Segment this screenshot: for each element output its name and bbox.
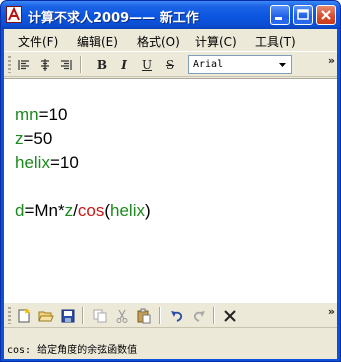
chevron-down-icon[interactable] (276, 58, 289, 71)
open-button[interactable] (36, 306, 56, 325)
align-center-button[interactable] (35, 55, 55, 74)
align-right-icon (61, 59, 72, 70)
cut-button[interactable] (112, 306, 132, 325)
menu-tools[interactable]: 工具(T) (255, 33, 296, 50)
formula-line: helix=10 (15, 153, 79, 173)
function-token: cos (77, 201, 105, 220)
app-icon[interactable] (6, 6, 22, 23)
strikethrough-button[interactable]: S (160, 55, 180, 74)
align-left-icon (18, 59, 29, 70)
file-toolbar: » (4, 302, 337, 328)
delete-button[interactable] (220, 306, 240, 325)
maximize-icon (297, 9, 309, 20)
value-token: =10 (49, 153, 79, 172)
align-center-icon (41, 58, 49, 71)
new-file-icon (18, 307, 30, 322)
paste-button[interactable] (134, 306, 154, 325)
menu-edit[interactable]: 编辑(E) (77, 33, 118, 50)
format-toolbar: B I U S Arial » (4, 51, 337, 77)
menu-format[interactable]: 格式(O) (137, 33, 180, 50)
new-file-button[interactable] (14, 306, 34, 325)
window-title: 计算不求人2009—— 新工作 (28, 11, 199, 26)
status-text: cos: 给定角度的余弦函数值 (7, 345, 138, 356)
open-folder-icon (38, 311, 54, 321)
toolbar-overflow-button[interactable]: » (328, 54, 335, 67)
save-button[interactable] (58, 306, 78, 325)
formula-line: d=Mn*z/cos(helix) (15, 201, 151, 221)
delete-icon (224, 309, 236, 322)
italic-button[interactable]: I (114, 55, 134, 74)
value-token: =50 (23, 129, 53, 148)
toolbar-grip[interactable] (8, 56, 11, 73)
align-right-button[interactable] (56, 55, 76, 74)
app-window: 计算不求人2009—— 新工作 文件(F) 编辑(E) 格式(O) 计算(C) … (0, 0, 341, 362)
toolbar-separator (80, 56, 82, 73)
variable-token: z (15, 129, 24, 148)
toolbar-separator (213, 307, 215, 324)
paren-token: ) (144, 201, 151, 220)
toolbar-overflow-button[interactable]: » (328, 305, 335, 318)
align-left-button[interactable] (14, 55, 34, 74)
variable-token: helix (15, 153, 50, 172)
toolbar-grip[interactable] (8, 307, 11, 324)
cut-icon (116, 309, 128, 323)
bold-button[interactable]: B (92, 55, 112, 74)
save-icon (61, 309, 75, 322)
font-select[interactable]: Arial (188, 55, 292, 74)
toolbar-separator (159, 307, 161, 324)
undo-button[interactable] (167, 306, 187, 325)
close-button[interactable] (316, 5, 336, 25)
redo-icon (193, 310, 205, 322)
title-bar[interactable]: 计算不求人2009—— 新工作 (1, 1, 340, 29)
formula-editor[interactable]: mn=10 z=50 helix=10 d=Mn*z/cos(helix) (4, 78, 337, 327)
redo-button[interactable] (189, 306, 209, 325)
minimize-icon (275, 17, 282, 20)
close-icon (321, 10, 331, 20)
formula-line: mn=10 (15, 105, 67, 125)
minimize-button[interactable] (270, 5, 290, 25)
formula-line: z=50 (15, 129, 52, 149)
operator-token: =Mn* (24, 201, 65, 220)
status-bar: cos: 给定角度的余弦函数值 (4, 333, 337, 359)
paste-icon (137, 308, 151, 323)
variable-token: helix (110, 201, 145, 220)
copy-icon (93, 309, 107, 322)
maximize-button[interactable] (293, 5, 313, 25)
window-body: 文件(F) 编辑(E) 格式(O) 计算(C) 工具(T) B I U S Ar… (4, 29, 337, 359)
font-select-value: Arial (193, 59, 224, 70)
value-token: =10 (38, 105, 68, 124)
underline-button[interactable]: U (137, 55, 157, 74)
menu-bar: 文件(F) 编辑(E) 格式(O) 计算(C) 工具(T) (4, 29, 337, 51)
toolbar-separator (82, 307, 84, 324)
menu-calculate[interactable]: 计算(C) (195, 33, 237, 50)
variable-token: z (64, 201, 74, 220)
undo-icon (171, 310, 183, 322)
variable-token: mn (15, 105, 39, 124)
menu-file[interactable]: 文件(F) (18, 33, 58, 50)
copy-button[interactable] (90, 306, 110, 325)
